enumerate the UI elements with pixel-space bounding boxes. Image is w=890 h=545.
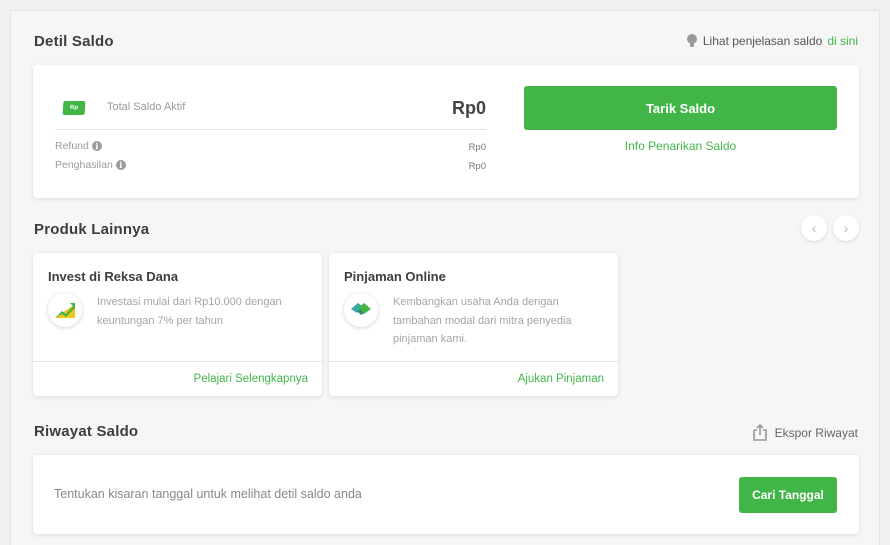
- product-description: Investasi mulai dari Rp10.000 dengan keu…: [97, 293, 282, 330]
- tarik-saldo-button[interactable]: Tarik Saldo: [524, 86, 837, 130]
- refund-label: Refund: [55, 140, 89, 152]
- handshake-icon: [344, 293, 378, 327]
- hint-text: Lihat penjelasan saldo: [702, 34, 823, 48]
- product-title: Invest di Reksa Dana: [48, 269, 179, 284]
- product-card-pinjaman: Pinjaman Online Kembangkan usaha Anda de…: [329, 253, 618, 396]
- date-range-hint: Tentukan kisaran tanggal untuk melihat d…: [54, 487, 362, 501]
- product-title: Pinjaman Online: [344, 269, 446, 284]
- export-history-button[interactable]: Ekspor Riwayat: [752, 423, 858, 441]
- riwayat-saldo-title: Riwayat Saldo: [34, 423, 139, 440]
- detil-saldo-title: Detil Saldo: [34, 33, 114, 50]
- desc-line: Kembangkan usaha Anda dengan: [393, 296, 559, 308]
- info-icon[interactable]: i: [91, 141, 102, 151]
- divider: [55, 129, 486, 130]
- desc-line: pinjaman kami.: [393, 333, 467, 345]
- carousel-prev-button[interactable]: ‹: [801, 215, 827, 241]
- divider: [329, 361, 618, 362]
- cari-tanggal-button[interactable]: Cari Tanggal: [739, 477, 837, 513]
- pelajari-link[interactable]: Pelajari Selengkapnya: [194, 373, 308, 385]
- desc-line: tambahan modal dari mitra penyedia: [393, 314, 572, 327]
- penghasilan-row: Penghasilan i: [55, 159, 126, 171]
- refund-row: Refund i: [55, 140, 102, 152]
- chart-up-icon: [48, 293, 82, 327]
- produk-lainnya-title: Produk Lainnya: [34, 221, 150, 238]
- penghasilan-value: Rp0: [468, 161, 486, 172]
- total-saldo-value: Rp0: [451, 98, 486, 118]
- rp-money-icon: Rp: [62, 101, 86, 115]
- riwayat-card: Tentukan kisaran tanggal untuk melihat d…: [33, 455, 859, 534]
- total-saldo-label: Total Saldo Aktif: [107, 101, 186, 113]
- info-icon[interactable]: i: [115, 160, 126, 170]
- penghasilan-label: Penghasilan: [55, 159, 113, 171]
- product-card-reksa-dana: Invest di Reksa Dana Investasi mulai dar…: [33, 253, 322, 396]
- product-description: Kembangkan usaha Anda dengan tambahan mo…: [393, 293, 572, 349]
- saldo-page: Detil Saldo Lihat penjelasan saldo di si…: [10, 10, 880, 545]
- divider: [33, 361, 322, 362]
- export-label: Ekspor Riwayat: [774, 425, 858, 440]
- hint-link[interactable]: di sini: [827, 34, 858, 48]
- info-penarikan-link[interactable]: Info Penarikan Saldo: [524, 139, 837, 153]
- desc-line: Investasi mulai dari Rp10.000 dengan: [97, 296, 282, 308]
- carousel-next-button[interactable]: ›: [833, 215, 859, 241]
- saldo-explanation-hint: Lihat penjelasan saldo di sini: [686, 34, 858, 48]
- desc-line: keuntungan 7% per tahun: [97, 314, 223, 327]
- export-icon: [752, 423, 767, 441]
- ajukan-pinjaman-link[interactable]: Ajukan Pinjaman: [518, 373, 604, 385]
- refund-value: Rp0: [468, 142, 486, 153]
- lightbulb-icon: [686, 34, 698, 48]
- saldo-card: Rp Total Saldo Aktif Rp0 Refund i Rp0 Pe…: [33, 65, 859, 198]
